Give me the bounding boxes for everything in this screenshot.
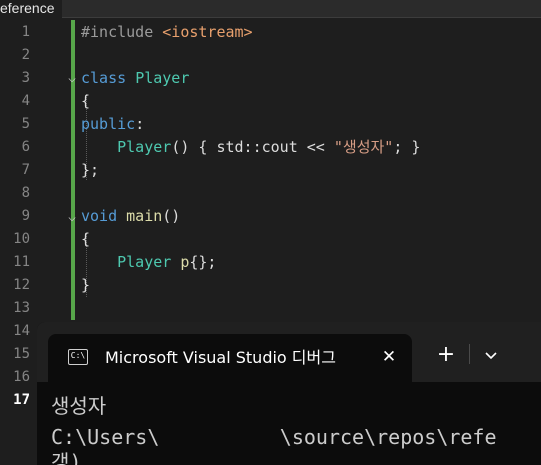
editor-tab-strip: eference	[0, 0, 541, 18]
code-line-9: void main()	[81, 205, 180, 228]
line-number: 14	[13, 323, 30, 339]
console-titlebar: C:\ Microsoft Visual Studio 디버그 ✕ +	[37, 322, 541, 382]
brace: }	[81, 276, 91, 294]
close-tab-icon[interactable]: ✕	[378, 346, 400, 368]
editor-tab-reference[interactable]: eference	[0, 0, 63, 18]
access-specifier: public	[81, 115, 136, 133]
line-number: 2	[21, 47, 30, 63]
class-name: Player	[135, 69, 190, 87]
code-line-11: Player p{};	[81, 251, 216, 274]
line-number: 15	[13, 346, 30, 362]
change-tracking-bar	[71, 20, 75, 320]
line-number: 10	[13, 231, 30, 247]
line-number: 9	[21, 208, 30, 224]
line-number: 4	[21, 93, 30, 109]
keyword: void	[81, 207, 118, 225]
line-number: 1	[21, 24, 30, 40]
brace: };	[81, 161, 100, 179]
code-line-3: class Player	[81, 67, 189, 90]
parens: ()	[162, 207, 181, 225]
code-text: () { std::cout <<	[171, 138, 334, 156]
constructor-name: Player	[117, 138, 172, 156]
code-line-5: public:	[81, 113, 144, 136]
console-tab-title: Microsoft Visual Studio 디버그	[105, 348, 336, 367]
code-line-10: {	[81, 228, 90, 251]
line-number: 11	[13, 254, 30, 270]
code-line-7: };	[81, 159, 99, 182]
fold-chevron-icon[interactable]: ⌵	[66, 206, 78, 229]
line-number: 7	[21, 162, 30, 178]
debug-console-window: C:\ Microsoft Visual Studio 디버그 ✕ + 생성자 …	[37, 322, 541, 465]
console-tab[interactable]: C:\ Microsoft Visual Studio 디버그 ✕	[48, 334, 412, 382]
line-number: 12	[13, 277, 30, 293]
current-line-number: 17	[13, 392, 30, 408]
brace: {	[81, 230, 91, 248]
fold-chevron-icon[interactable]: ⌵	[66, 67, 78, 90]
colon: :	[135, 115, 145, 133]
function-name: main	[126, 207, 163, 225]
type-name: Player	[117, 253, 172, 271]
string-literal: "생성자"	[333, 138, 394, 156]
code-text: ; }	[393, 138, 421, 156]
console-output-line: 생성자	[51, 394, 107, 418]
initializer: {};	[189, 253, 217, 271]
line-number: 13	[13, 300, 30, 316]
line-number: 5	[21, 116, 30, 132]
line-number: 16	[13, 369, 30, 385]
brace: {	[81, 92, 91, 110]
code-line-6: Player() { std::cout << "생성자"; }	[81, 136, 420, 159]
include-header: <iostream>	[162, 23, 253, 41]
preprocessor-directive: #include	[81, 23, 154, 41]
code-line-4: {	[81, 90, 90, 113]
line-number: 3	[21, 70, 30, 86]
line-number: 6	[21, 139, 30, 155]
chevron-down-icon[interactable]	[482, 346, 500, 364]
terminal-app-icon: C:\	[68, 349, 88, 365]
code-line-1: #include <iostream>	[81, 21, 253, 44]
console-output-line: C:\Users\ \source\repos\refe	[51, 425, 497, 449]
console-output-line: 갱)	[51, 450, 82, 465]
line-number: 8	[21, 185, 30, 201]
code-line-12: }	[81, 274, 90, 297]
titlebar-separator	[469, 344, 470, 364]
new-tab-icon[interactable]: +	[435, 342, 457, 368]
keyword: class	[81, 69, 127, 87]
